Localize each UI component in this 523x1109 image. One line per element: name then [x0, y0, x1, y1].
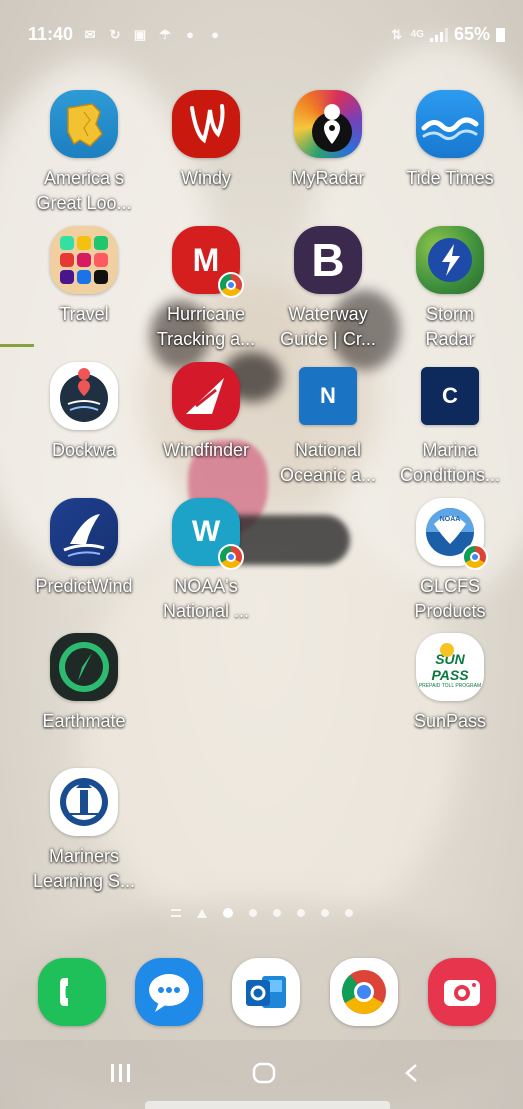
app-label: Windfinder: [162, 440, 250, 460]
recent-apps-icon[interactable]: [108, 1062, 134, 1089]
app-glcfs-products[interactable]: NOAA GLCFS Products: [388, 498, 512, 624]
sail-icon: [50, 498, 118, 566]
app-label: NOAA's National ...: [162, 576, 250, 621]
page-dot-active[interactable]: [222, 908, 233, 918]
gallery-icon: ▣: [133, 26, 147, 42]
battery-icon: [496, 27, 505, 42]
b-letter-icon: B: [294, 226, 362, 294]
folder-travel[interactable]: Travel: [22, 226, 146, 327]
page-dot[interactable]: [272, 909, 281, 917]
phone-icon[interactable]: [38, 958, 106, 1026]
app-label: PredictWind: [35, 576, 133, 596]
dock: [0, 958, 523, 1028]
chrome-badge-icon: [218, 544, 244, 570]
app-label: Dockwa: [51, 440, 117, 460]
sync-icon: ↻: [109, 26, 121, 42]
folder-icon: [50, 226, 118, 294]
battery-percent: 65%: [453, 24, 490, 44]
n-letter-icon: N: [299, 367, 357, 425]
back-icon[interactable]: [400, 1062, 426, 1089]
windfinder-icon: [172, 362, 240, 430]
app-label: Marina Conditions...: [399, 440, 501, 485]
home-icon[interactable]: [252, 1062, 278, 1089]
app-label: Travel: [59, 304, 109, 324]
map-icon: [50, 90, 118, 158]
page-dot[interactable]: [320, 909, 329, 917]
app-marina-conditions[interactable]: C Marina Conditions...: [388, 362, 512, 488]
app-myradar[interactable]: MyRadar: [266, 90, 390, 191]
weather-icon: ☂: [159, 26, 171, 42]
app-hurricane-tracking[interactable]: M Hurricane Tracking a...: [144, 226, 268, 352]
sunpass-icon: SUN PASS PREPAID TOLL PROGRAM: [416, 633, 484, 701]
app-mariners-learning[interactable]: Mariners Learning S...: [22, 768, 146, 894]
app-tide-times[interactable]: Tide Times: [388, 90, 512, 191]
app-label: Earthmate: [42, 711, 126, 731]
page-indicator[interactable]: [0, 908, 523, 918]
radar-pin-icon: [294, 90, 362, 158]
app-noaas-national[interactable]: W NOAA's National ...: [144, 498, 268, 624]
chrome-badge-icon: [218, 272, 244, 298]
app-label: Waterway Guide | Cr...: [280, 304, 376, 349]
app-waterway-guide[interactable]: B Waterway Guide | Cr...: [266, 226, 390, 352]
gmail-icon: ✉: [84, 26, 96, 42]
navigation-bar: [0, 1040, 523, 1109]
signal-icon: [429, 27, 448, 42]
camera-icon[interactable]: [428, 958, 496, 1026]
app-earthmate[interactable]: Earthmate: [22, 633, 146, 734]
page-dot[interactable]: [296, 909, 305, 917]
wifi-calling-icon: ⇅: [391, 26, 403, 42]
app-storm-radar[interactable]: Storm Radar: [388, 226, 512, 352]
app-national-oceanic[interactable]: N National Oceanic a...: [266, 362, 390, 488]
chrome-badge-icon: [462, 544, 488, 570]
windy-icon: [172, 90, 240, 158]
dockwa-icon: [50, 362, 118, 430]
menu-page-icon[interactable]: [170, 909, 181, 917]
app-notification-icon: ●: [211, 26, 219, 42]
outlook-icon[interactable]: [232, 958, 300, 1026]
app-label: Hurricane Tracking a...: [156, 304, 256, 349]
app-label: America s Great Loo...: [36, 168, 132, 213]
page-dot[interactable]: [344, 909, 353, 917]
app-label: MyRadar: [291, 168, 365, 188]
messages-icon[interactable]: [135, 958, 203, 1026]
app-label: SunPass: [413, 711, 487, 731]
status-bar: 11:40 ✉ ↻ ▣ ☂ ● ● ⇅ 4G 65%: [0, 0, 523, 70]
earthmate-icon: [50, 633, 118, 701]
app-notification-icon: ●: [186, 26, 194, 42]
app-label: Storm Radar: [425, 304, 475, 349]
clock: 11:40: [28, 24, 74, 44]
app-windy[interactable]: Windy: [144, 90, 268, 191]
storm-icon: [416, 226, 484, 294]
page-dot[interactable]: [248, 909, 257, 917]
gesture-handle[interactable]: [145, 1101, 390, 1109]
network-type: 4G: [410, 29, 424, 40]
app-label: GLCFS Products: [414, 576, 486, 621]
waves-icon: [416, 90, 484, 158]
app-predictwind[interactable]: PredictWind: [22, 498, 146, 599]
app-americas-great-loop[interactable]: America s Great Loo...: [22, 90, 146, 216]
app-label: National Oceanic a...: [279, 440, 377, 485]
app-label: Mariners Learning S...: [32, 846, 136, 891]
app-dockwa[interactable]: Dockwa: [22, 362, 146, 463]
lighthouse-icon: [50, 768, 118, 836]
app-label: Windy: [180, 168, 231, 188]
chrome-icon[interactable]: [330, 958, 398, 1026]
c-letter-icon: C: [421, 367, 479, 425]
home-page-icon[interactable]: [196, 908, 207, 918]
app-sunpass[interactable]: SUN PASS PREPAID TOLL PROGRAM SunPass: [388, 633, 512, 734]
app-label: Tide Times: [406, 168, 494, 188]
app-windfinder[interactable]: Windfinder: [144, 362, 268, 463]
